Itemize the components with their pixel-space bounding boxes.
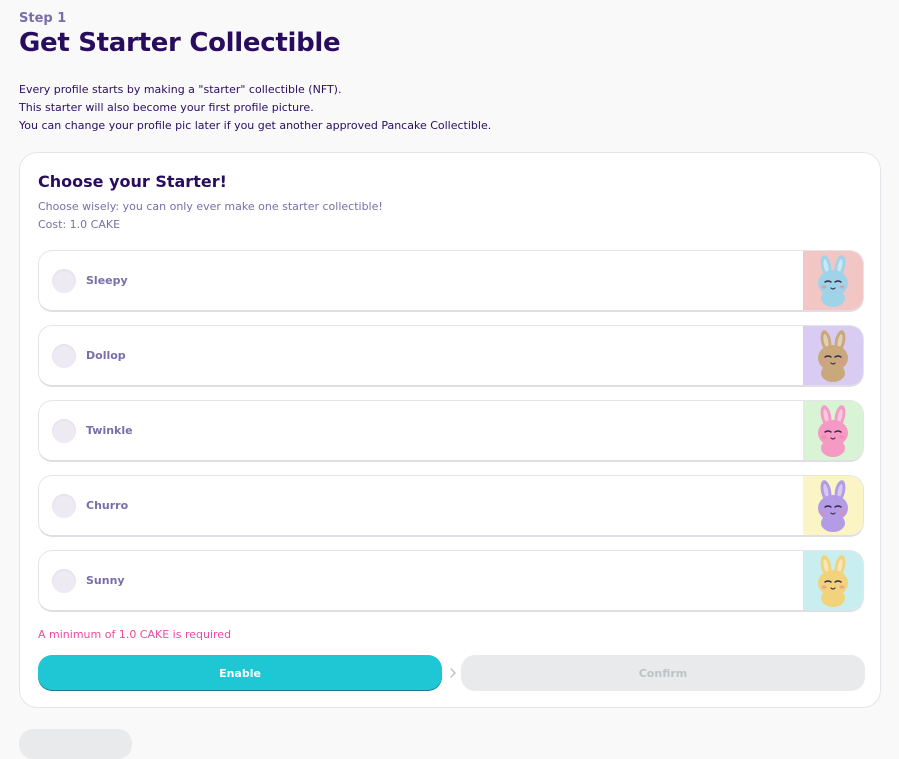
starter-option-dollop[interactable]: Dollop — [38, 325, 864, 387]
starter-thumbnail — [803, 251, 863, 310]
starter-option-twinkle[interactable]: Twinkle — [38, 400, 864, 462]
radio-button[interactable] — [52, 344, 76, 368]
starter-card: Choose your Starter! Choose wisely: you … — [19, 152, 881, 708]
starter-option-label: Churro — [86, 499, 129, 512]
twinkle-bunny-icon — [818, 405, 848, 457]
starter-option-label: Sunny — [86, 574, 125, 587]
chevron-right-icon — [450, 668, 456, 678]
starter-option-label: Dollop — [86, 349, 126, 362]
card-title: Choose your Starter! — [38, 172, 227, 191]
card-subtitle-text: Choose wisely: you can only ever make on… — [38, 200, 383, 213]
cost-text: Cost: 1.0 CAKE — [38, 218, 121, 231]
starter-option-sleepy[interactable]: Sleepy — [38, 250, 864, 312]
intro-text: Every profile starts by making a "starte… — [19, 81, 491, 135]
enable-button[interactable]: Enable — [38, 655, 442, 691]
starter-thumbnail — [803, 476, 863, 535]
sunny-bunny-icon — [818, 555, 848, 607]
intro-line: You can change your profile pic later if… — [19, 119, 492, 132]
page-title: Get Starter Collectible — [19, 28, 341, 58]
confirm-button[interactable]: Confirm — [461, 655, 865, 691]
starter-option-sunny[interactable]: Sunny — [38, 550, 864, 612]
warning-text: A minimum of 1.0 CAKE is required — [38, 628, 232, 641]
churro-bunny-icon — [818, 480, 848, 532]
radio-button[interactable] — [52, 494, 76, 518]
radio-button[interactable] — [52, 569, 76, 593]
starter-thumbnail — [803, 401, 863, 460]
dollop-bunny-icon — [818, 330, 848, 382]
radio-button[interactable] — [52, 269, 76, 293]
sleepy-bunny-icon — [818, 255, 848, 307]
starter-option-churro[interactable]: Churro — [38, 475, 864, 537]
card-subtitle: Choose wisely: you can only ever make on… — [38, 198, 383, 234]
intro-line: This starter will also become your first… — [19, 101, 314, 114]
back-button[interactable] — [19, 729, 132, 759]
radio-button[interactable] — [52, 419, 76, 443]
starter-thumbnail — [803, 551, 863, 610]
step-label: Step 1 — [19, 11, 67, 26]
starter-thumbnail — [803, 326, 863, 385]
starter-option-label: Sleepy — [86, 274, 128, 287]
starter-option-label: Twinkle — [86, 424, 133, 437]
intro-line: Every profile starts by making a "starte… — [19, 83, 342, 96]
